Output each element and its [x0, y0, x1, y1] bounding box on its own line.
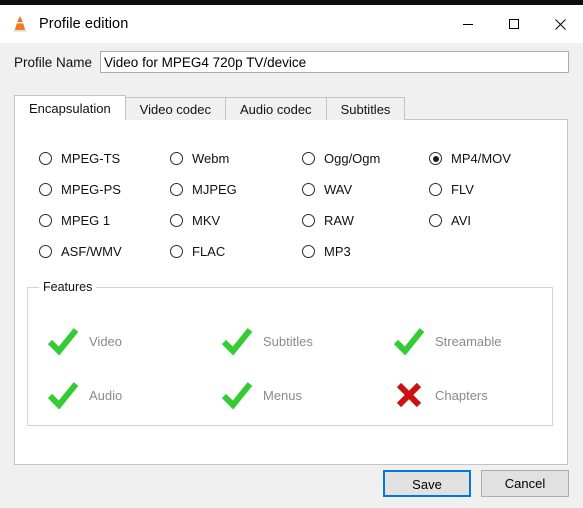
radio-asf-wmv[interactable]: ASF/WMV: [39, 244, 170, 259]
feature-subtitles: Subtitles: [220, 324, 392, 358]
tab-encapsulation[interactable]: Encapsulation: [14, 95, 126, 121]
feature-label: Menus: [263, 387, 303, 403]
radio-avi[interactable]: AVI: [429, 213, 539, 228]
feature-menus: Menus: [220, 378, 392, 412]
feature-row: Audio Menus Chapters: [46, 368, 536, 422]
radio-label: MP4/MOV: [451, 151, 511, 166]
radio-indicator[interactable]: [39, 214, 52, 227]
radio-indicator[interactable]: [39, 245, 52, 258]
feature-streamable: Streamable: [392, 324, 532, 358]
radio-label: FLAC: [192, 244, 226, 259]
profile-name-label: Profile Name: [14, 54, 93, 70]
vlc-cone-icon: [10, 14, 30, 34]
radio-mpeg-ts[interactable]: MPEG-TS: [39, 151, 170, 166]
radio-ogg-ogm[interactable]: Ogg/Ogm: [302, 151, 429, 166]
radio-label: FLV: [451, 182, 474, 197]
feature-label: Subtitles: [263, 333, 313, 349]
radio-row: MPEG-TS Webm Ogg/Ogm MP4/MOV: [39, 143, 539, 174]
radio-row: ASF/WMV FLAC MP3: [39, 236, 539, 267]
feature-video: Video: [46, 324, 220, 358]
radio-indicator[interactable]: [429, 214, 442, 227]
window-controls: [445, 5, 583, 43]
radio-row: MPEG-PS MJPEG WAV FLV: [39, 174, 539, 205]
encapsulation-tab-panel: MPEG-TS Webm Ogg/Ogm MP4/MOV MPEG-PS MJP…: [14, 119, 568, 465]
radio-mkv[interactable]: MKV: [170, 213, 302, 228]
radio-indicator[interactable]: [302, 245, 315, 258]
feature-label: Streamable: [435, 333, 502, 349]
features-groupbox: Features Video Subtitles Streamable Audi…: [27, 280, 553, 426]
minimize-icon[interactable]: [445, 5, 491, 43]
radio-label: MKV: [192, 213, 221, 228]
radio-row: MPEG 1 MKV RAW AVI: [39, 205, 539, 236]
radio-webm[interactable]: Webm: [170, 151, 302, 166]
features-legend: Features: [39, 280, 97, 294]
radio-label: AVI: [451, 213, 471, 228]
radio-label: MJPEG: [192, 182, 237, 197]
feature-label: Video: [89, 333, 123, 349]
radio-indicator[interactable]: [170, 214, 183, 227]
feature-chapters: Chapters: [392, 378, 532, 412]
radio-label: WAV: [324, 182, 353, 197]
radio-indicator[interactable]: [302, 214, 315, 227]
radio-flv[interactable]: FLV: [429, 182, 539, 197]
radio-wav[interactable]: WAV: [302, 182, 429, 197]
radio-indicator[interactable]: [170, 152, 183, 165]
feature-label: Chapters: [435, 387, 488, 403]
tab-strip: Encapsulation Video codec Audio codec Su…: [14, 95, 406, 121]
maximize-icon[interactable]: [491, 5, 537, 43]
check-icon: [221, 328, 253, 356]
radio-indicator[interactable]: [39, 183, 52, 196]
radio-label: RAW: [324, 213, 354, 228]
radio-label: Ogg/Ogm: [324, 151, 381, 166]
radio-raw[interactable]: RAW: [302, 213, 429, 228]
radio-label: MPEG 1: [61, 213, 111, 228]
encapsulation-radio-group: MPEG-TS Webm Ogg/Ogm MP4/MOV MPEG-PS MJP…: [39, 143, 539, 267]
feature-audio: Audio: [46, 378, 220, 412]
close-icon[interactable]: [537, 5, 583, 43]
feature-row: Video Subtitles Streamable: [46, 314, 536, 368]
cross-icon: [396, 382, 422, 408]
radio-label: ASF/WMV: [61, 244, 122, 259]
features-grid: Video Subtitles Streamable Audio Menus C…: [46, 314, 536, 422]
radio-mjpeg[interactable]: MJPEG: [170, 182, 302, 197]
radio-indicator[interactable]: [302, 183, 315, 196]
check-icon: [393, 328, 425, 356]
title-bar: Profile edition: [0, 5, 583, 43]
check-icon: [221, 382, 253, 410]
radio-indicator[interactable]: [429, 152, 442, 165]
radio-indicator[interactable]: [170, 245, 183, 258]
tab-video-codec[interactable]: Video codec: [124, 97, 226, 120]
window-title: Profile edition: [39, 16, 129, 32]
radio-indicator[interactable]: [39, 152, 52, 165]
radio-flac[interactable]: FLAC: [170, 244, 302, 259]
profile-name-row: Profile Name: [0, 43, 583, 81]
radio-mpeg-ps[interactable]: MPEG-PS: [39, 182, 170, 197]
profile-name-input[interactable]: [100, 51, 569, 73]
radio-label: MPEG-PS: [61, 182, 121, 197]
tab-subtitles[interactable]: Subtitles: [325, 97, 406, 120]
check-icon: [47, 382, 79, 410]
cancel-button[interactable]: Cancel: [481, 470, 569, 497]
feature-label: Audio: [89, 387, 123, 403]
radio-label: MP3: [324, 244, 351, 259]
radio-indicator[interactable]: [170, 183, 183, 196]
tab-audio-codec[interactable]: Audio codec: [225, 97, 327, 120]
check-icon: [47, 328, 79, 356]
radio-mp3[interactable]: MP3: [302, 244, 429, 259]
radio-mpeg-1[interactable]: MPEG 1: [39, 213, 170, 228]
radio-label: Webm: [192, 151, 230, 166]
radio-label: MPEG-TS: [61, 151, 121, 166]
radio-indicator[interactable]: [302, 152, 315, 165]
radio-indicator[interactable]: [429, 183, 442, 196]
radio-mp4-mov[interactable]: MP4/MOV: [429, 151, 539, 166]
dialog-button-bar: Save Cancel: [0, 470, 583, 508]
save-button[interactable]: Save: [383, 470, 471, 497]
